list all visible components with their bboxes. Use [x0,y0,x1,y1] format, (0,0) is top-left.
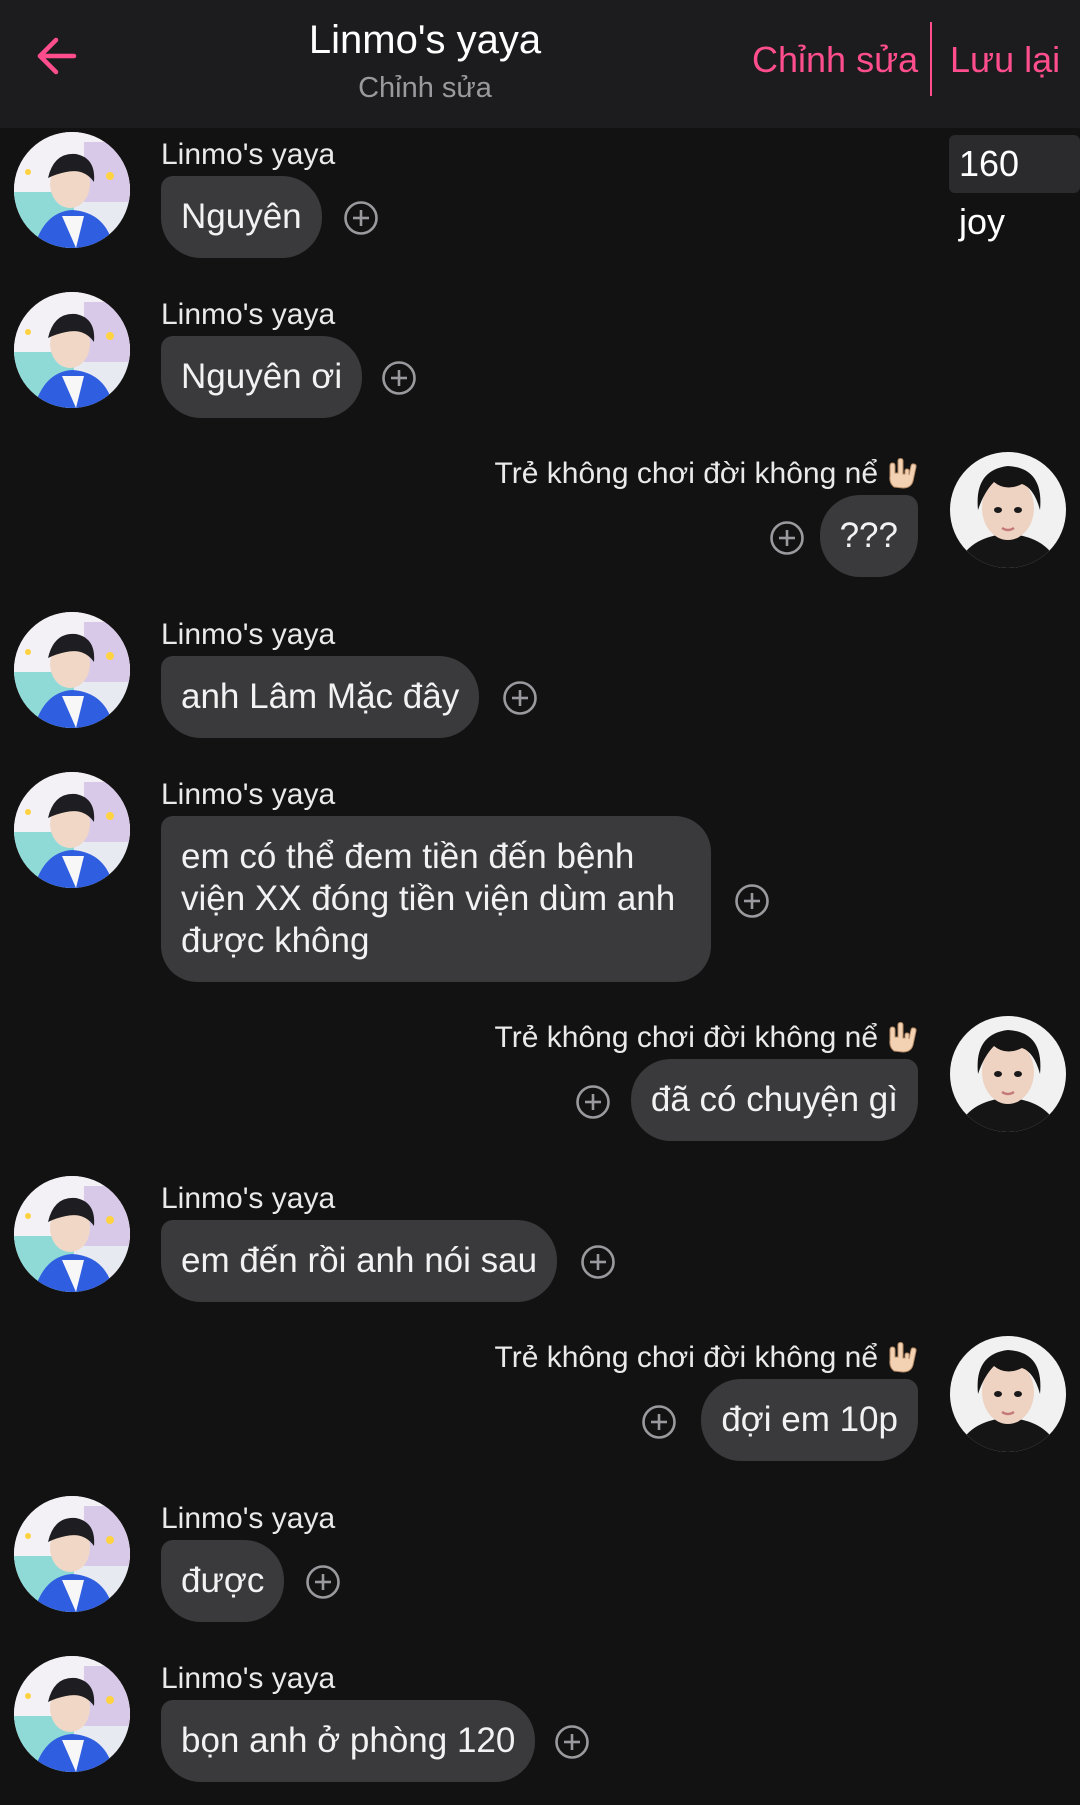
contact-avatar[interactable] [14,1656,130,1772]
contact-avatar[interactable] [14,772,130,888]
page-title: Linmo's yaya [308,18,542,62]
message-bubble[interactable]: đã có chuyện gì [630,1059,918,1141]
contact-avatar[interactable] [14,1176,130,1292]
sender-name: Trẻ không chơi đời không nể [494,457,878,490]
message-sender: Trẻ không chơi đời không nể [495,456,918,492]
message-bubble[interactable]: Nguyên [161,176,322,258]
message-sender: Linmo's yaya [161,1662,336,1695]
love-you-hand-icon [884,1021,918,1055]
message-bubble[interactable]: em đến rồi anh nói sau [161,1220,558,1302]
sender-name: Trẻ không chơi đời không nể [494,1021,878,1054]
message-bubble[interactable]: ??? [819,495,918,577]
message-bubble[interactable]: anh Lâm Mặc đây [161,656,480,738]
message-sender: Linmo's yaya [161,1502,336,1535]
plus-circle-icon[interactable] [575,1084,611,1120]
chat-header: Linmo's yaya Chỉnh sửa Chỉnh sửa Lưu lại [0,0,1080,128]
message-sender: Linmo's yaya [161,298,336,331]
message-sender: Trẻ không chơi đời không nể [495,1020,918,1056]
plus-circle-icon[interactable] [343,200,379,236]
message-line: viện XX đóng tiền viện dùm anh [181,879,676,918]
header-title-group: Linmo's yaya Chỉnh sửa [0,16,850,108]
message-sender: Linmo's yaya [161,138,336,171]
plus-circle-icon[interactable] [381,360,417,396]
sender-name: Trẻ không chơi đời không nể [494,1341,878,1374]
message-sender: Trẻ không chơi đời không nể [495,1340,918,1376]
message-line: em có thể đem tiền đến bệnh [181,837,635,876]
contact-avatar[interactable] [14,1496,130,1612]
message-sender: Linmo's yaya [161,1182,336,1215]
plus-circle-icon[interactable] [305,1564,341,1600]
message-line: được không [181,921,370,960]
plus-circle-icon[interactable] [554,1724,590,1760]
plus-circle-icon[interactable] [502,680,538,716]
save-button[interactable]: Lưu lại [950,38,1060,82]
message-sender: Linmo's yaya [161,618,336,651]
joy-count-badge: 160 joy [949,135,1080,242]
contact-avatar[interactable] [14,292,130,408]
message-bubble[interactable]: bọn anh ở phòng 120 [161,1700,536,1782]
message-bubble[interactable]: Nguyên ơi [161,336,363,418]
page-subtitle: Chỉnh sửa [358,72,492,104]
contact-avatar[interactable] [14,132,130,248]
message-bubble[interactable]: được [161,1540,285,1622]
plus-circle-icon[interactable] [734,883,770,919]
header-divider [930,22,932,96]
my-avatar[interactable] [950,1016,1066,1132]
my-avatar[interactable] [950,452,1066,568]
contact-avatar[interactable] [14,612,130,728]
plus-circle-icon[interactable] [769,520,805,556]
plus-circle-icon[interactable] [641,1404,677,1440]
message-bubble[interactable]: em có thể đem tiền đến bệnh viện XX đóng… [161,816,711,982]
message-sender: Linmo's yaya [161,778,336,811]
love-you-hand-icon [884,457,918,491]
edit-button[interactable]: Chỉnh sửa [752,38,918,82]
message-bubble[interactable]: đợi em 10p [701,1379,918,1461]
plus-circle-icon[interactable] [580,1244,616,1280]
my-avatar[interactable] [950,1336,1066,1452]
love-you-hand-icon [884,1341,918,1375]
